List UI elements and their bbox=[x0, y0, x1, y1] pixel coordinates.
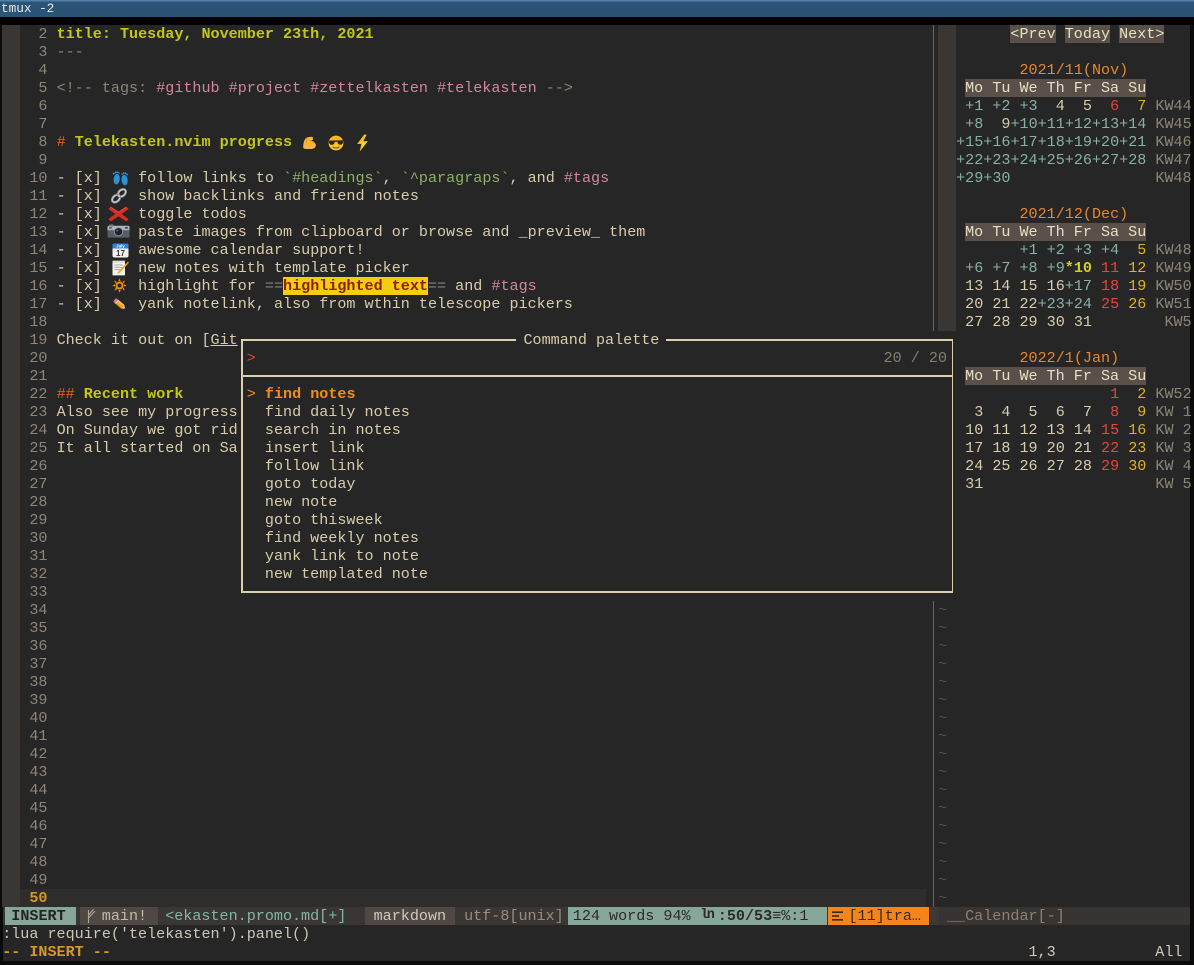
svg-text:17: 17 bbox=[116, 248, 125, 257]
